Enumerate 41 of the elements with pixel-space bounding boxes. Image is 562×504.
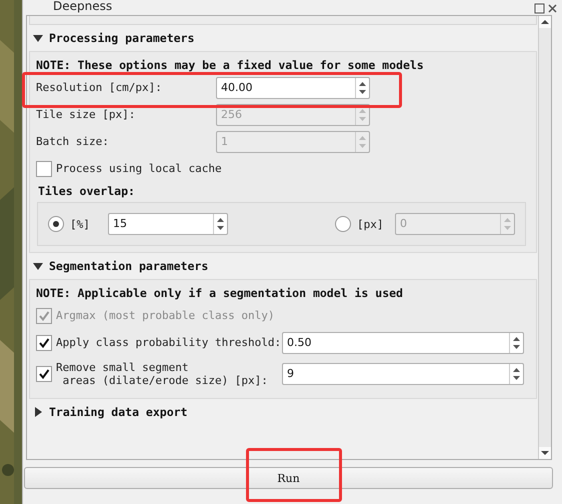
section-header[interactable]: Training data export bbox=[29, 399, 537, 425]
spin-field[interactable]: 0.50 bbox=[282, 332, 524, 354]
field-label: Batch size: bbox=[36, 135, 110, 148]
window-title: Deepness bbox=[53, 0, 112, 14]
check-icon bbox=[38, 336, 50, 348]
scroll-up-icon[interactable] bbox=[539, 16, 551, 28]
radio-button[interactable] bbox=[335, 216, 351, 232]
run-button[interactable]: Run bbox=[24, 467, 553, 489]
note-text: NOTE: Applicable only if a segmentation model is used bbox=[36, 285, 404, 302]
spin-arrows-icon[interactable] bbox=[355, 78, 369, 98]
checkbox[interactable] bbox=[36, 366, 52, 382]
check-icon bbox=[38, 368, 50, 380]
section-header[interactable]: Processing parameters bbox=[29, 25, 537, 51]
checkbox-label: Apply class probability threshold: bbox=[56, 336, 282, 349]
triangle-down-icon bbox=[33, 261, 43, 271]
checkbox[interactable] bbox=[36, 334, 52, 350]
note-text: NOTE: These options may be a fixed value for some models bbox=[36, 57, 425, 74]
field-label: Resolution [cm/px]: bbox=[36, 81, 163, 94]
spin-arrows-icon[interactable] bbox=[509, 364, 523, 384]
radio-label: [px] bbox=[357, 218, 384, 230]
field-label: Tile size [px]: bbox=[36, 108, 136, 121]
section-header[interactable]: Segmentation parameters bbox=[29, 253, 537, 279]
check-icon bbox=[38, 310, 50, 322]
close-icon[interactable] bbox=[547, 3, 558, 14]
scrollbar[interactable] bbox=[538, 16, 551, 459]
spin-arrows-icon[interactable] bbox=[213, 214, 227, 234]
float-icon[interactable] bbox=[534, 3, 545, 14]
radio-label: [%] bbox=[70, 218, 91, 230]
triangle-right-icon bbox=[33, 407, 43, 417]
group-title: Tiles overlap: bbox=[37, 183, 136, 200]
radio-button[interactable] bbox=[48, 216, 64, 232]
spin-field[interactable]: 15 bbox=[108, 213, 228, 235]
checkbox-label: Remove small segment areas (dilate/erode size) [px]: bbox=[56, 361, 269, 387]
scroll-down-icon[interactable] bbox=[539, 447, 551, 459]
checkbox[interactable] bbox=[36, 160, 52, 176]
spin-field[interactable]: 40.00 bbox=[216, 76, 370, 98]
checkbox-label: Argmax (most probable class only) bbox=[56, 309, 275, 322]
triangle-down-icon bbox=[33, 33, 43, 43]
spin-field[interactable]: 9 bbox=[282, 363, 524, 385]
spin-arrows-icon[interactable] bbox=[509, 332, 523, 352]
checkbox-label: Process using local cache bbox=[56, 162, 222, 175]
